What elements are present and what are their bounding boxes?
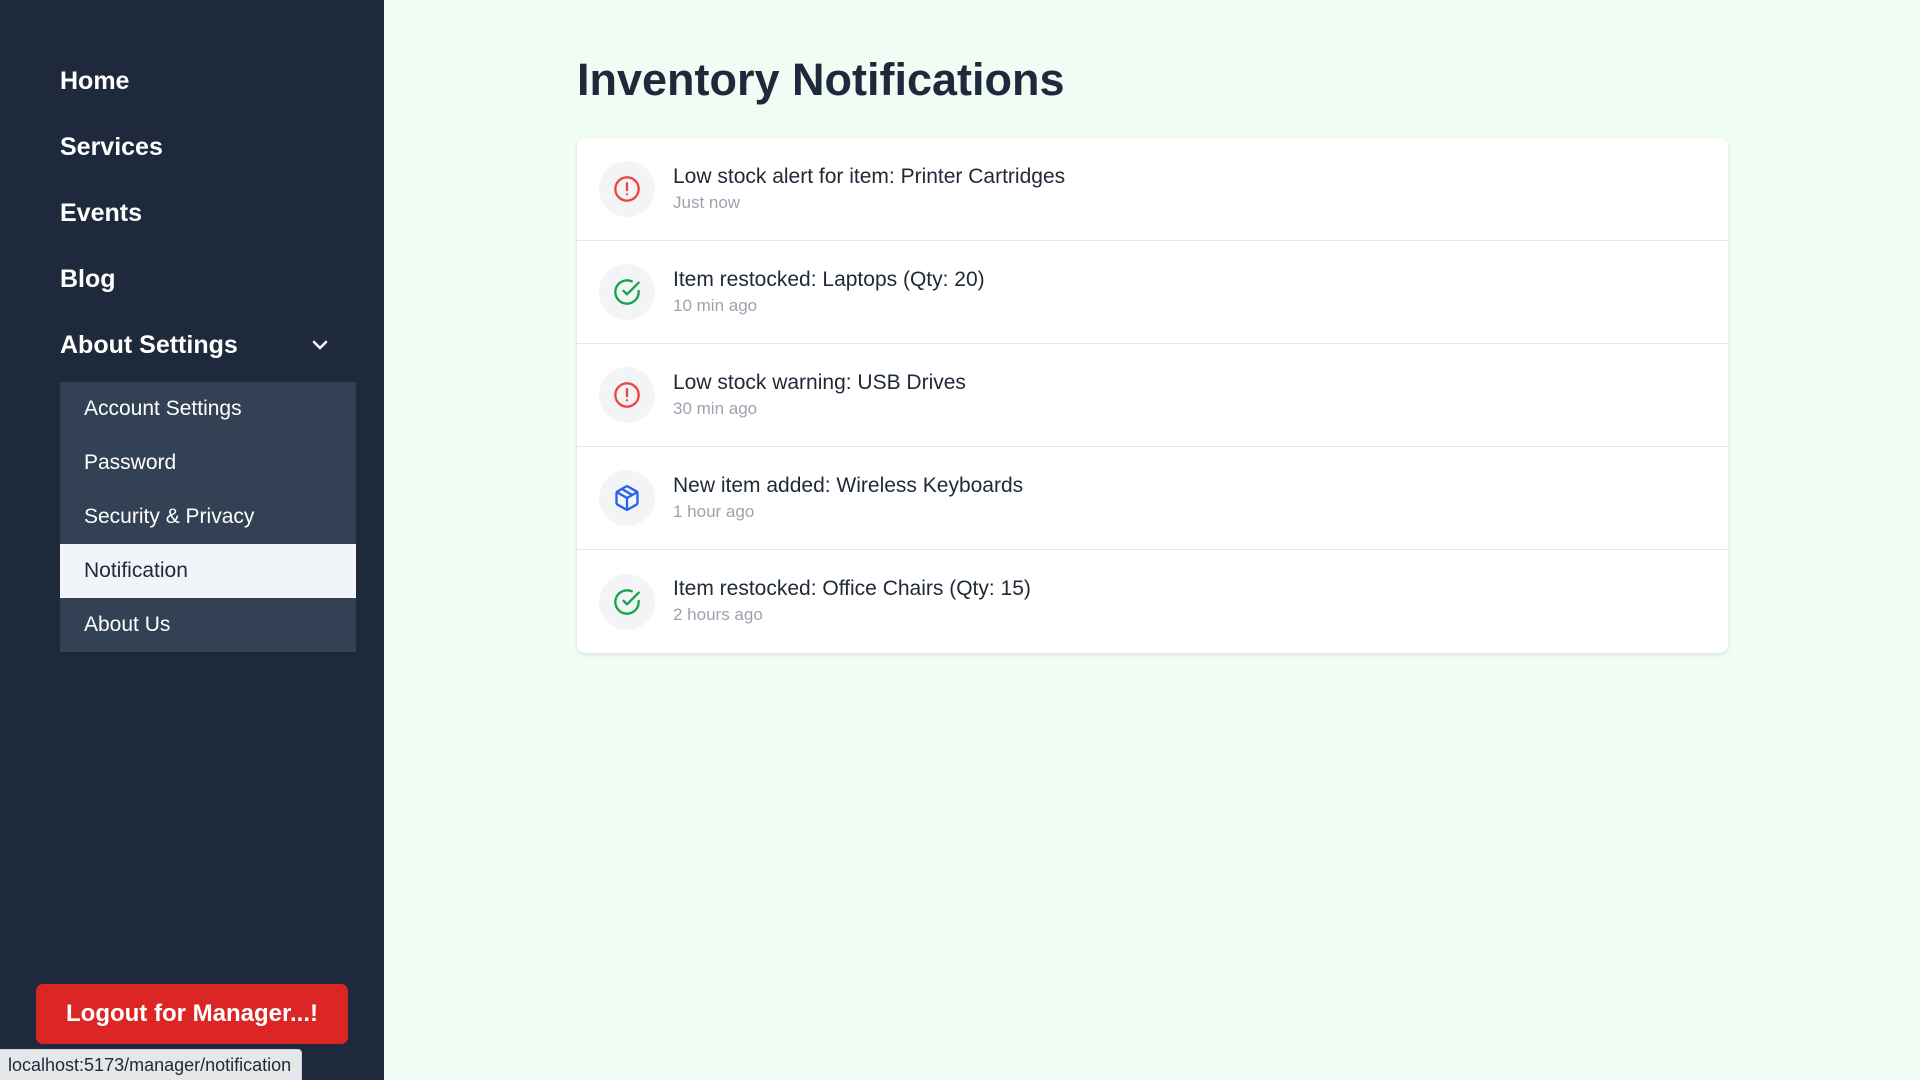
notification-text: Item restocked: Laptops (Qty: 20) 10 min… [673,267,985,318]
notification-item[interactable]: Low stock warning: USB Drives 30 min ago [577,344,1728,447]
notification-time: Just now [673,192,741,212]
nav-item-label: Events [60,198,142,227]
status-bar-url: localhost:5173/manager/notification [0,1049,303,1080]
notification-time: 30 min ago [673,398,758,418]
notification-text: Item restocked: Office Chairs (Qty: 15) … [673,576,1031,627]
alert-circle-icon [599,367,655,423]
nav-item-label: Blog [60,264,116,293]
notification-list: Low stock alert for item: Printer Cartri… [577,138,1728,653]
notification-title: Low stock alert for item: Printer Cartri… [673,164,1066,188]
logout-button[interactable]: Logout for Manager...! [36,984,348,1044]
nav-item-about-settings[interactable]: About Settings [60,312,356,378]
submenu-item-about-us[interactable]: About Us [60,598,356,652]
alert-circle-icon [599,161,655,217]
nav-item-blog[interactable]: Blog [60,246,356,312]
check-circle-icon [599,573,655,630]
main-content: Inventory Notifications Low stock alert … [577,0,1728,653]
submenu-item-notification[interactable]: Notification [60,544,356,598]
notification-title: Low stock warning: USB Drives [673,370,966,394]
notification-title: New item added: Wireless Keyboards [673,473,1024,497]
notification-item[interactable]: Low stock alert for item: Printer Cartri… [577,138,1728,241]
check-circle-icon [599,264,655,320]
submenu-item-account-settings[interactable]: Account Settings [60,382,356,436]
main-nav: Home Services Events Blog About Settings… [60,48,356,652]
notification-item[interactable]: New item added: Wireless Keyboards 1 hou… [577,447,1728,550]
chevron-down-icon[interactable] [308,333,332,357]
notification-time: 10 min ago [673,295,758,315]
nav-item-events[interactable]: Events [60,180,356,246]
notification-time: 1 hour ago [673,501,755,521]
submenu-item-security-privacy[interactable]: Security & Privacy [60,490,356,544]
notification-title: Item restocked: Office Chairs (Qty: 15) [673,577,1031,600]
notification-time: 2 hours ago [673,605,763,624]
nav-item-label: Home [60,66,130,95]
notification-text: Low stock alert for item: Printer Cartri… [673,164,1065,215]
submenu-item-password[interactable]: Password [60,436,356,490]
notification-text: New item added: Wireless Keyboards 1 hou… [673,473,1023,524]
sidebar: Home Services Events Blog About Settings… [0,0,384,1080]
nav-item-label: About Settings [60,330,238,359]
nav-item-services[interactable]: Services [60,114,356,180]
notification-title: Item restocked: Laptops (Qty: 20) [673,267,985,291]
about-settings-submenu: Account Settings Password Security & Pri… [60,382,356,652]
package-icon [599,470,655,526]
notification-text: Low stock warning: USB Drives 30 min ago [673,370,966,421]
nav-item-label: Services [60,132,163,161]
notification-item[interactable]: Item restocked: Office Chairs (Qty: 15) … [577,550,1728,653]
page-title: Inventory Notifications [577,54,1065,105]
nav-item-home[interactable]: Home [60,48,356,114]
notification-item[interactable]: Item restocked: Laptops (Qty: 20) 10 min… [577,241,1728,344]
